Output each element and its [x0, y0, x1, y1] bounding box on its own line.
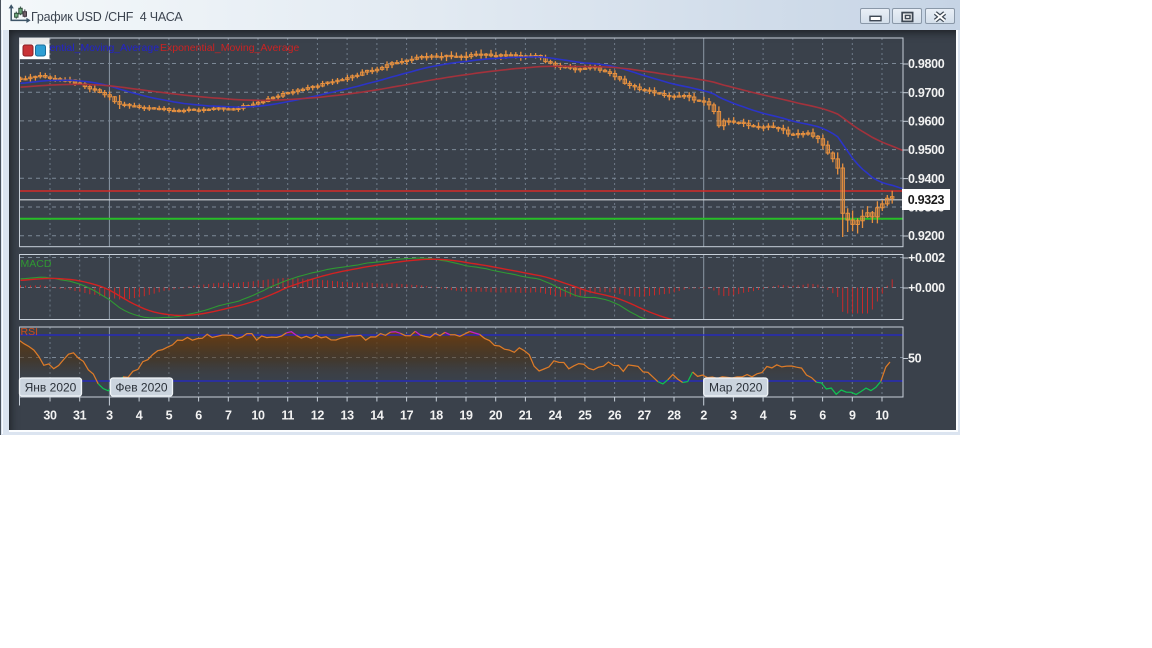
svg-text:3: 3 — [730, 409, 737, 423]
svg-text:4: 4 — [760, 409, 767, 423]
svg-text:11: 11 — [281, 409, 294, 423]
svg-text:26: 26 — [608, 409, 622, 423]
svg-text:12: 12 — [311, 409, 325, 423]
svg-text:18: 18 — [430, 409, 444, 423]
svg-text:17: 17 — [400, 409, 414, 423]
svg-text:+0.000: +0.000 — [908, 281, 945, 295]
svg-text:31: 31 — [73, 409, 87, 423]
svg-text:0.9500: 0.9500 — [908, 143, 945, 157]
svg-text:6: 6 — [819, 409, 826, 423]
svg-text:0.9600: 0.9600 — [908, 115, 945, 129]
svg-text:7: 7 — [225, 409, 232, 423]
svg-text:RSI: RSI — [21, 326, 39, 338]
svg-text:Мар 2020: Мар 2020 — [709, 380, 763, 394]
svg-text:0.9700: 0.9700 — [908, 86, 945, 100]
svg-text:Янв 2020: Янв 2020 — [25, 380, 77, 394]
svg-text:0.9323: 0.9323 — [908, 193, 945, 207]
svg-text:25: 25 — [578, 409, 592, 423]
svg-text:30: 30 — [43, 409, 57, 423]
svg-text:MACD: MACD — [21, 258, 52, 270]
svg-text:28: 28 — [667, 409, 681, 423]
svg-text:10: 10 — [251, 409, 265, 423]
svg-text:21: 21 — [519, 409, 533, 423]
svg-text:Фев 2020: Фев 2020 — [115, 380, 168, 394]
svg-text:2: 2 — [700, 409, 707, 423]
svg-text:0.9200: 0.9200 — [908, 229, 945, 243]
svg-text:20: 20 — [489, 409, 503, 423]
svg-text:5: 5 — [166, 409, 173, 423]
svg-text:3: 3 — [106, 409, 113, 423]
svg-text:14: 14 — [370, 409, 384, 423]
svg-text:9: 9 — [849, 409, 856, 423]
svg-text:Exponential_Moving_Average: Exponential_Moving_Average — [160, 42, 299, 54]
svg-text:5: 5 — [789, 409, 796, 423]
svg-text:+0.002: +0.002 — [908, 251, 945, 265]
svg-text:ential_Moving_Average: ential_Moving_Average — [50, 42, 160, 54]
svg-text:13: 13 — [340, 409, 354, 423]
svg-text:19: 19 — [459, 409, 473, 423]
svg-text:24: 24 — [548, 409, 562, 423]
svg-text:4: 4 — [136, 409, 143, 423]
svg-text:0.9400: 0.9400 — [908, 172, 945, 186]
svg-text:0.9800: 0.9800 — [908, 57, 945, 71]
svg-text:50: 50 — [908, 352, 922, 366]
svg-text:27: 27 — [638, 409, 652, 423]
svg-text:6: 6 — [195, 409, 202, 423]
svg-text:10: 10 — [875, 409, 889, 423]
